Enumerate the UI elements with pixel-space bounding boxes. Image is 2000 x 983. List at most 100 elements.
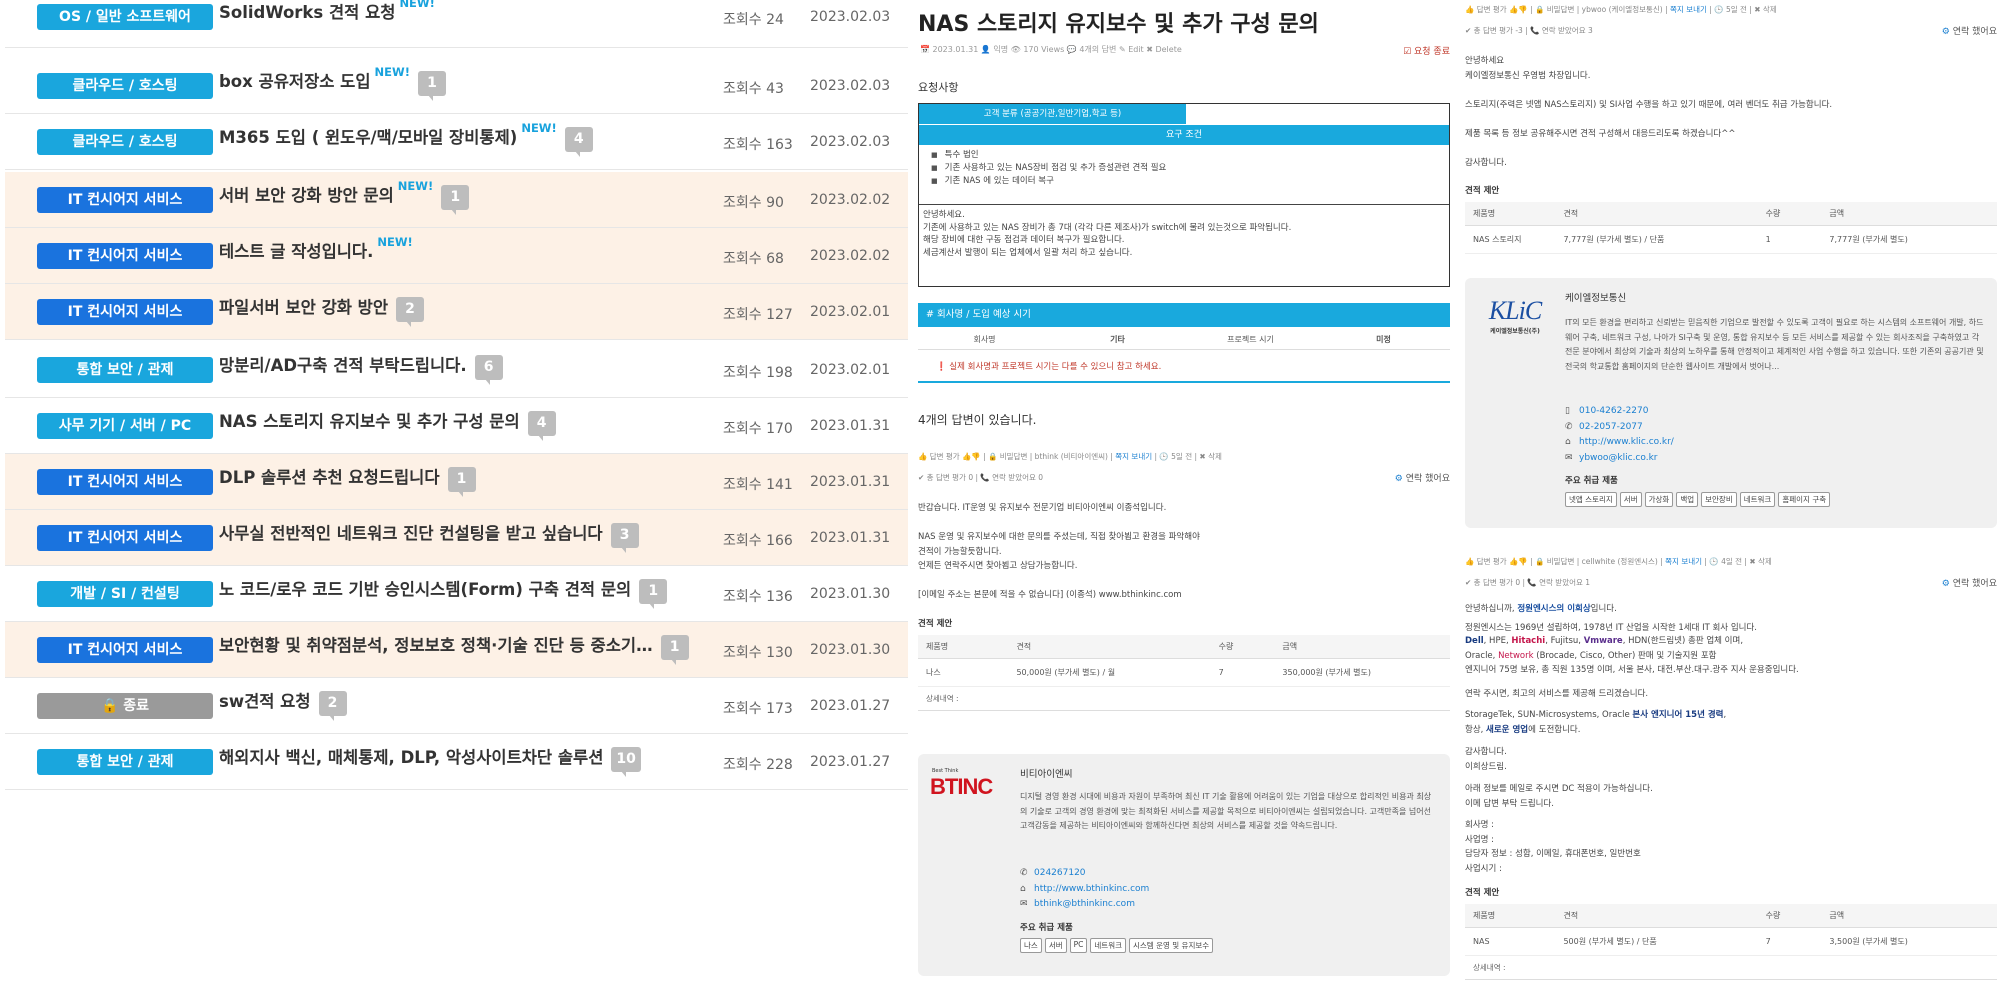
- vendor-card: Best Think BTINC 비티아이엔씨 디지털 경영 환경 시대에 비용…: [918, 754, 1450, 976]
- new-badge: NEW!: [397, 179, 434, 193]
- category-badge[interactable]: 개발 / SI / 컨설팅: [37, 581, 213, 607]
- post-title-link[interactable]: 노 코드/로우 코드 기반 승인시스템(Form) 구축 견적 문의 1: [219, 576, 668, 609]
- requirements-header: 요구 조건: [919, 125, 1449, 145]
- list-item[interactable]: IT 컨시어지 서비스 테스트 글 작성입니다. NEW! 조회수 68 2023.02…: [5, 228, 908, 284]
- list-item[interactable]: 🔒 종료 sw견적 요청 2 조회수 173 2023.01.27: [5, 678, 908, 734]
- post-title-link[interactable]: NAS 스토리지 유지보수 및 추가 구성 문의 4: [219, 408, 556, 441]
- requirements-list: 특수 법인 기존 사용하고 있는 NAS장비 점검 및 추가 증설관련 견적 필…: [931, 149, 1439, 188]
- vendor-website[interactable]: http://www.bthinkinc.com: [1034, 884, 1149, 894]
- list-item[interactable]: IT 컨시어지 서비스 파일서버 보안 강화 방안 2 조회수 127 2023.02.…: [5, 284, 908, 340]
- post-title-text: 보안현황 및 취약점분석, 정보보호 정책·기술 진단 등 중소기…: [219, 636, 653, 655]
- post-title-link[interactable]: box 공유저장소 도입 NEW! 1: [219, 65, 446, 101]
- vendor-website[interactable]: http://www.klic.co.kr/: [1579, 437, 1674, 447]
- category-badge[interactable]: 클라우드 / 호스팅: [37, 129, 213, 155]
- vendor-email[interactable]: ybwoo@klic.co.kr: [1579, 453, 1658, 463]
- list-item[interactable]: 클라우드 / 호스팅 M365 도입 ( 윈도우/맥/모바일 장비통제) NEW! 4…: [5, 114, 908, 170]
- new-badge: NEW!: [374, 65, 410, 79]
- view-count: 조회수 198: [723, 365, 793, 381]
- list-item[interactable]: IT 컨시어지 서비스 보안현황 및 취약점분석, 정보보호 정책·기술 진단 등…: [5, 622, 908, 678]
- post-date: 2023.01.31: [810, 418, 891, 434]
- intro-label-company: 회사명: [973, 335, 996, 344]
- post-title-link[interactable]: 보안현황 및 취약점분석, 정보보호 정책·기술 진단 등 중소기… 1: [219, 632, 689, 665]
- product-tag: 시스템 운영 및 유지보수: [1129, 938, 1214, 953]
- post-title-link[interactable]: 망분리/AD구축 견적 부탁드립니다. 6: [219, 352, 503, 385]
- send-message-link[interactable]: 쪽지 보내기: [1115, 452, 1152, 461]
- comment-count-badge: 4: [564, 127, 593, 157]
- category-badge[interactable]: OS / 일반 소프트웨어: [37, 4, 213, 30]
- products-label: 주요 취급 제품: [1565, 476, 1618, 486]
- post-title-link[interactable]: 파일서버 보안 강화 방안 2: [219, 294, 425, 327]
- requirement-item: 특수 법인: [931, 149, 1439, 162]
- intro-warning: ❗ 실제 회사명과 프로젝트 시기는 다를 수 있으니 참고 하세요.: [936, 362, 1162, 372]
- category-badge[interactable]: IT 컨시어지 서비스: [37, 637, 213, 663]
- new-badge: NEW!: [399, 0, 435, 10]
- home-icon: ⌂: [1565, 437, 1571, 447]
- vendor-email[interactable]: bthink@bthinkinc.com: [1034, 899, 1135, 909]
- comment-count-badge: 4: [527, 411, 556, 441]
- body-line: 세금계산서 발행이 되는 업체에서 일괄 처리 하고 싶습니다.: [923, 247, 1133, 258]
- send-message-link[interactable]: 쪽지 보내기: [1665, 557, 1702, 566]
- post-title-text: 서버 보안 강화 방안 문의: [219, 186, 394, 205]
- post-title: NAS 스토리지 유지보수 및 추가 구성 문의: [918, 12, 1319, 37]
- post-title-text: NAS 스토리지 유지보수 및 추가 구성 문의: [219, 412, 520, 431]
- vendor-mobile[interactable]: 010-4262-2270: [1579, 406, 1648, 416]
- answer-stats: ✔ 총 답변 평가 -3 | 📞 연락 받았어요 3연락 했어요: [1465, 24, 1997, 37]
- category-badge[interactable]: 사무 기기 / 서버 / PC: [37, 413, 213, 439]
- post-title-text: 해외지사 백신, 매체통제, DLP, 악성사이트차단 솔루션: [219, 748, 604, 767]
- list-item[interactable]: 사무 기기 / 서버 / PC NAS 스토리지 유지보수 및 추가 구성 문의 4…: [5, 398, 908, 454]
- list-item[interactable]: IT 컨시어지 서비스 사무실 전반적인 네트워크 진단 컨설팅을 받고 싶습니다…: [5, 510, 908, 566]
- post-title-link[interactable]: sw견적 요청 2: [219, 688, 347, 721]
- view-count: 조회수 127: [723, 307, 793, 323]
- list-item[interactable]: OS / 일반 소프트웨어 SolidWorks 견적 요청 NEW! 조회수 24 2…: [5, 0, 908, 48]
- answer-stats: ✔ 총 답변 평가 0 | 📞 연락 받았어요 0연락 했어요: [918, 471, 1450, 484]
- post-title-link[interactable]: DLP 솔루션 추천 요청드립니다 1: [219, 464, 476, 497]
- send-message-link[interactable]: 쪽지 보내기: [1670, 5, 1707, 14]
- product-tag: 보안장비: [1701, 492, 1737, 507]
- list-item[interactable]: IT 컨시어지 서비스 DLP 솔루션 추천 요청드립니다 1 조회수 141 2023…: [5, 454, 908, 510]
- post-title-text: M365 도입 ( 윈도우/맥/모바일 장비통제): [219, 128, 518, 147]
- list-item[interactable]: 통합 보안 / 관제 망분리/AD구축 견적 부탁드립니다. 6 조회수 198 202…: [5, 342, 908, 398]
- answer-item: 👍 답변 평가 👍👎 | 🔒 비밀답변 | bthink (비티아이엔씨) | …: [918, 451, 1450, 711]
- list-item[interactable]: 개발 / SI / 컨설팅 노 코드/로우 코드 기반 승인시스템(Form) 구…: [5, 566, 908, 622]
- intro-grid: 회사명 기타 프로젝트 시기 미정: [918, 330, 1450, 350]
- vendor-phone[interactable]: 024267120: [1034, 868, 1086, 878]
- post-title-link[interactable]: M365 도입 ( 윈도우/맥/모바일 장비통제) NEW! 4: [219, 121, 593, 157]
- contacted-button[interactable]: 연락 했어요: [1942, 24, 1997, 37]
- intro-value-period: 미정: [1376, 335, 1391, 344]
- category-badge[interactable]: 🔒 종료: [37, 693, 213, 719]
- category-badge[interactable]: 클라우드 / 호스팅: [37, 73, 213, 99]
- view-count: 조회수 228: [723, 757, 793, 773]
- view-count: 조회수 173: [723, 701, 793, 717]
- category-badge[interactable]: IT 컨시어지 서비스: [37, 299, 213, 325]
- post-title-link[interactable]: 테스트 글 작성입니다. NEW!: [219, 235, 413, 262]
- mobile-icon: ▯: [1565, 406, 1570, 416]
- category-badge[interactable]: 통합 보안 / 관제: [37, 749, 213, 775]
- answer-count: 4개의 답변이 있습니다.: [918, 413, 1037, 427]
- category-badge[interactable]: IT 컨시어지 서비스: [37, 243, 213, 269]
- quote-table: 제품명 견적 수량 금액 NAS 스토리지 7,777원 (부가세 별도) / 단품 1 7…: [1465, 202, 1997, 254]
- view-count: 조회수 68: [723, 251, 784, 267]
- list-item[interactable]: 통합 보안 / 관제 해외지사 백신, 매체통제, DLP, 악성사이트차단 솔루…: [5, 734, 908, 790]
- home-icon: ⌂: [1020, 883, 1026, 894]
- list-item[interactable]: IT 컨시어지 서비스 서버 보안 강화 방안 문의 NEW! 1 조회수 90 2023…: [5, 172, 908, 228]
- post-title-link[interactable]: 서버 보안 강화 방안 문의 NEW! 1: [219, 179, 470, 215]
- answer-body: 안녕하세요 케이엘정보통신 우영범 차장입니다. 스토리지(주력은 넷앱 NAS스…: [1465, 56, 1833, 168]
- post-title-text: 노 코드/로우 코드 기반 승인시스템(Form) 구축 견적 문의: [219, 580, 632, 599]
- product-tag: 네트워크: [1739, 492, 1776, 507]
- post-title-link[interactable]: 사무실 전반적인 네트워크 진단 컨설팅을 받고 싶습니다 3: [219, 520, 639, 553]
- quote-label: 견적 제안: [1465, 888, 1500, 898]
- category-badge[interactable]: 통합 보안 / 관제: [37, 357, 213, 383]
- post-title-link[interactable]: 해외지사 백신, 매체통제, DLP, 악성사이트차단 솔루션 10: [219, 744, 641, 777]
- product-tag: 가상화: [1644, 492, 1674, 507]
- product-tags: 나스 서버 PC 네트워크 시스템 운영 및 유지보수: [1020, 938, 1440, 953]
- post-date: 2023.02.03: [810, 134, 891, 150]
- contacted-button[interactable]: 연락 했어요: [1942, 576, 1997, 589]
- answer-item: 👍 답변 평가 👍👎 | 🔒 비밀답변 | ybwoo (케이엘정보통신) | …: [1465, 4, 1997, 254]
- vendor-phone[interactable]: 02-2057-2077: [1579, 422, 1643, 432]
- category-badge[interactable]: IT 컨시어지 서비스: [37, 525, 213, 551]
- post-title-link[interactable]: SolidWorks 견적 요청 NEW!: [219, 0, 435, 23]
- list-item[interactable]: 클라우드 / 호스팅 box 공유저장소 도입 NEW! 1 조회수 43 2023.02…: [5, 58, 908, 114]
- contacted-button[interactable]: 연락 했어요: [1395, 471, 1450, 484]
- category-badge[interactable]: IT 컨시어지 서비스: [37, 187, 213, 213]
- category-badge[interactable]: IT 컨시어지 서비스: [37, 469, 213, 495]
